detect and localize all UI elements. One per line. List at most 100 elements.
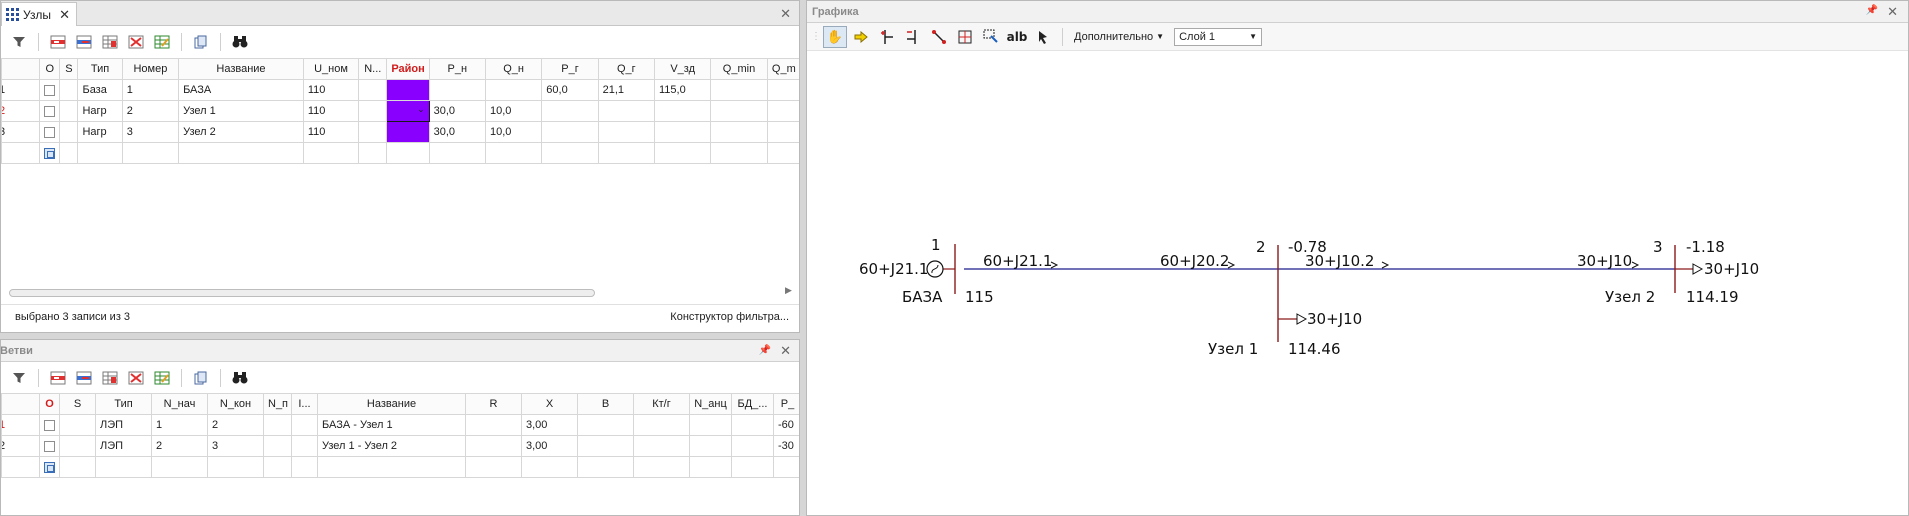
v-zd-cell[interactable]: 115,0 (653, 79, 712, 101)
col-header-v-zd[interactable]: V_зд (653, 58, 712, 80)
col-header-u-nom[interactable]: U_ном (302, 58, 360, 80)
rayon-cell[interactable] (386, 121, 430, 143)
q-min-cell[interactable] (710, 100, 768, 122)
filter-icon[interactable] (7, 31, 31, 53)
col-header-kt[interactable]: Кт/г (633, 393, 690, 415)
n-p-cell[interactable] (263, 414, 292, 436)
o-checkbox[interactable] (39, 79, 61, 101)
table-row[interactable]: 2 Нагр 2 Узел 1 110 ⌄ 30,0 10,0 (1, 100, 799, 122)
p-cell[interactable]: -30 (773, 435, 799, 457)
x-cell[interactable]: 3,00 (521, 435, 578, 457)
q-g-cell[interactable]: 21,1 (597, 79, 655, 101)
n-cell[interactable] (358, 100, 388, 122)
scroll-right-icon[interactable]: ▶ (785, 285, 792, 296)
q-n-cell[interactable] (484, 79, 543, 101)
kt-cell[interactable] (633, 414, 690, 436)
tip-cell[interactable]: Нагр (77, 121, 123, 143)
filter-builder-link[interactable]: Конструктор фильтра... (670, 311, 789, 323)
col-header-r[interactable]: R (465, 393, 522, 415)
n-kon-cell[interactable]: 3 (207, 435, 264, 457)
new-row-icon[interactable] (39, 142, 61, 164)
n-nach-cell[interactable]: 2 (151, 435, 208, 457)
binoculars-icon[interactable] (228, 31, 252, 53)
col-header-tip[interactable]: Тип (95, 393, 152, 415)
u-nom-cell[interactable]: 110 (302, 121, 360, 143)
chevron-down-icon[interactable]: ⌄ (417, 104, 425, 115)
col-header-b[interactable]: B (577, 393, 634, 415)
duplicate-row-icon[interactable] (98, 367, 122, 389)
nomer-cell[interactable]: 3 (121, 121, 180, 143)
n-kon-cell[interactable]: 2 (207, 414, 264, 436)
col-header-n-kon[interactable]: N_кон (207, 393, 264, 415)
o-checkbox[interactable] (39, 121, 61, 143)
rayon-cell[interactable] (386, 79, 430, 101)
duplicate-row-icon[interactable] (98, 31, 122, 53)
col-header-q-n[interactable]: Q_н (484, 58, 543, 80)
p-cell[interactable]: -60 (773, 414, 799, 436)
o-checkbox[interactable] (39, 100, 61, 122)
p-n-cell[interactable] (428, 79, 486, 101)
tab-close-icon[interactable]: ✕ (59, 7, 70, 23)
o-checkbox[interactable] (39, 435, 60, 457)
n-cell[interactable] (358, 121, 388, 143)
nomer-cell[interactable]: 2 (121, 100, 180, 122)
tip-cell[interactable]: ЛЭП (95, 435, 152, 457)
p-n-cell[interactable]: 30,0 (428, 121, 486, 143)
col-header-tip[interactable]: Тип (77, 58, 123, 80)
edit-table-icon[interactable] (150, 31, 174, 53)
table-row[interactable]: 1 База 1 БАЗА 110 60,0 21,1 115,0 (1, 79, 799, 101)
network-diagram[interactable]: 1 60+J21.1 БАЗА 115 60+J21.1 60+J20.2 2 … (807, 52, 1909, 516)
delete-row-icon[interactable] (124, 31, 148, 53)
col-header-rayon[interactable]: Район (386, 58, 430, 80)
add-bus-icon[interactable] (875, 26, 899, 48)
q-n-cell[interactable]: 10,0 (484, 100, 543, 122)
b-cell[interactable] (577, 435, 634, 457)
branches-panel-close-icon[interactable]: ✕ (780, 343, 791, 359)
s-cell[interactable] (59, 79, 79, 101)
q-min-cell[interactable] (710, 121, 768, 143)
add-row-icon[interactable] (72, 31, 96, 53)
arrow-right-icon[interactable] (849, 26, 873, 48)
q-max-cell[interactable] (766, 121, 799, 143)
i-cell[interactable] (291, 435, 318, 457)
transformer-icon[interactable] (953, 26, 977, 48)
rayon-dropdown[interactable]: ⌄ (386, 100, 430, 122)
col-header-i[interactable]: I... (291, 393, 318, 415)
select-region-icon[interactable] (979, 26, 1003, 48)
copy-icon[interactable] (189, 31, 213, 53)
hand-pan-icon[interactable]: ✋ (823, 25, 847, 48)
n-p-cell[interactable] (263, 435, 292, 457)
col-header-n-anc[interactable]: N_анц (689, 393, 732, 415)
col-header-name[interactable]: Название (178, 58, 304, 80)
tip-cell[interactable]: Нагр (77, 100, 123, 122)
kt-cell[interactable] (633, 435, 690, 457)
nodes-panel-close-icon[interactable]: ✕ (780, 6, 791, 22)
q-g-cell[interactable] (597, 100, 655, 122)
p-g-cell[interactable]: 60,0 (541, 79, 599, 101)
table-row[interactable]: 3 Нагр 3 Узел 2 110 30,0 10,0 (1, 121, 799, 143)
col-header-s[interactable]: S (59, 393, 96, 415)
b-cell[interactable] (577, 414, 634, 436)
col-header-bd[interactable]: БД_... (731, 393, 774, 415)
n-nach-cell[interactable]: 1 (151, 414, 208, 436)
bd-cell[interactable] (731, 414, 774, 436)
col-header-name[interactable]: Название (317, 393, 466, 415)
n-anc-cell[interactable] (689, 414, 732, 436)
copy-icon[interactable] (189, 367, 213, 389)
name-cell[interactable]: БАЗА - Узел 1 (317, 414, 466, 436)
col-header-p[interactable]: P_ (773, 393, 799, 415)
nomer-cell[interactable]: 1 (121, 79, 180, 101)
col-header-n[interactable]: N... (358, 58, 388, 80)
col-header-rownum[interactable] (1, 58, 41, 80)
col-header-o[interactable]: O (39, 393, 60, 415)
q-g-cell[interactable] (597, 121, 655, 143)
name-cell[interactable]: Узел 1 - Узел 2 (317, 435, 466, 457)
u-nom-cell[interactable]: 110 (302, 100, 360, 122)
col-header-n-p[interactable]: N_п (263, 393, 292, 415)
q-n-cell[interactable]: 10,0 (484, 121, 543, 143)
delete-row-icon[interactable] (124, 367, 148, 389)
col-header-n-nach[interactable]: N_нач (151, 393, 208, 415)
n-anc-cell[interactable] (689, 435, 732, 457)
col-header-q-g[interactable]: Q_г (597, 58, 655, 80)
p-n-cell[interactable]: 30,0 (428, 100, 486, 122)
